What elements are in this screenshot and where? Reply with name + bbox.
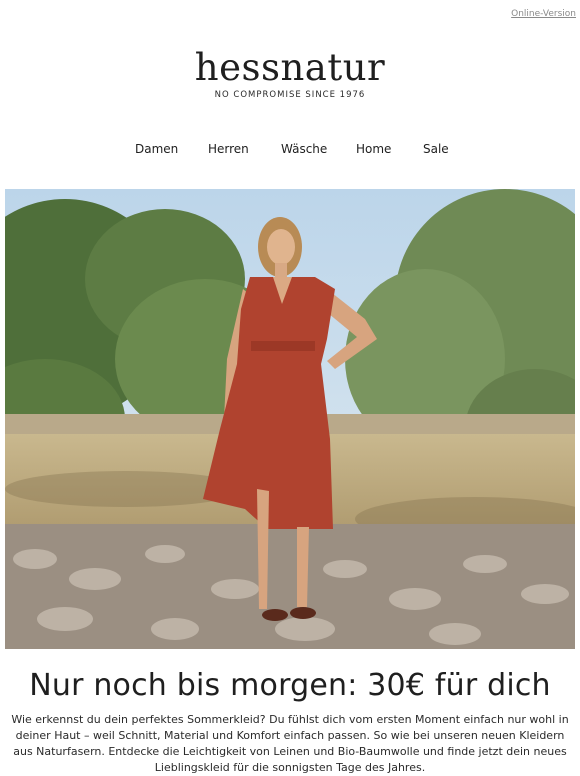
nav-item-damen[interactable]: Damen (135, 142, 178, 156)
nav-item-home[interactable]: Home (356, 142, 391, 156)
hero-photo-icon (5, 189, 575, 649)
promo-body-text: Wie erkennst du dein perfektes Sommerkle… (11, 713, 569, 774)
online-version-link[interactable]: Online-Version (511, 9, 576, 19)
promo-headline: Nur noch bis morgen: 30€ für dich (29, 668, 551, 703)
brand-tagline: NO COMPROMISE SINCE 1976 (214, 90, 366, 100)
brand-header: hessnatur NO COMPROMISE SINCE 1976 (0, 46, 580, 100)
hero-image[interactable] (5, 189, 575, 649)
nav-item-sale[interactable]: Sale (423, 142, 449, 156)
nav-item-herren[interactable]: Herren (208, 142, 249, 156)
hessnatur-logo[interactable]: hessnatur (0, 46, 580, 90)
nav-item-waesche[interactable]: Wäsche (281, 142, 327, 156)
